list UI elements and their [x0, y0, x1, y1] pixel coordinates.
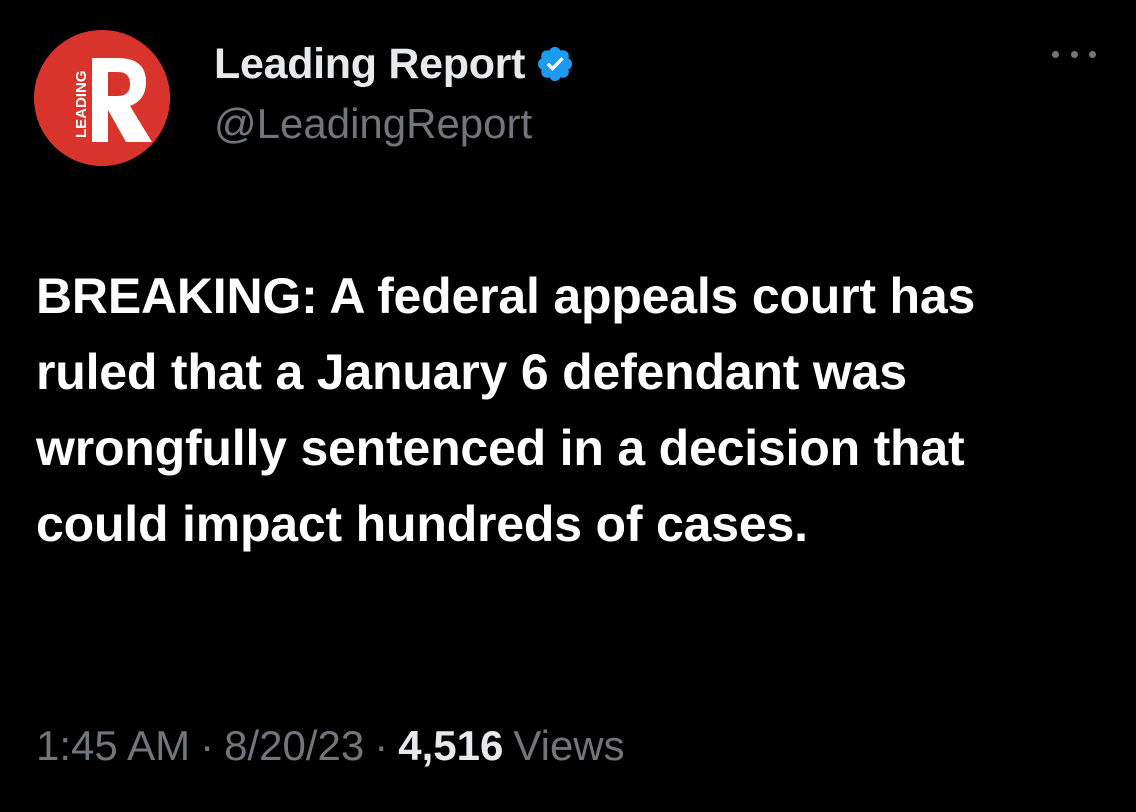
tweet-header: LEADING Leading Report @LeadingReport	[34, 30, 1104, 170]
logo-vertical-text: LEADING	[73, 71, 90, 139]
avatar[interactable]: LEADING	[34, 30, 170, 166]
more-options-icon[interactable]	[1052, 44, 1096, 64]
tweet-date[interactable]: 8/20/23	[224, 722, 364, 770]
more-dot	[1052, 50, 1059, 58]
display-name[interactable]: Leading Report	[214, 40, 525, 89]
tweet-meta: 1:45 AM · 8/20/23 · 4,516 Views	[36, 722, 625, 770]
tweet: LEADING Leading Report @LeadingReport BR…	[0, 0, 1136, 812]
meta-separator: ·	[374, 722, 389, 769]
verified-badge-icon	[535, 44, 575, 84]
account-names: Leading Report @LeadingReport	[214, 36, 575, 148]
account-handle[interactable]: @LeadingReport	[214, 100, 575, 148]
tweet-text: BREAKING: A federal appeals court has ru…	[36, 268, 976, 552]
views-count[interactable]: 4,516	[398, 722, 503, 770]
more-dot	[1089, 50, 1096, 58]
display-name-row: Leading Report	[214, 36, 575, 92]
tweet-time[interactable]: 1:45 AM	[36, 722, 190, 770]
meta-separator: ·	[200, 722, 215, 769]
more-dot	[1070, 50, 1078, 58]
views-label: Views	[513, 722, 625, 769]
leading-report-logo-icon: LEADING	[34, 30, 170, 166]
